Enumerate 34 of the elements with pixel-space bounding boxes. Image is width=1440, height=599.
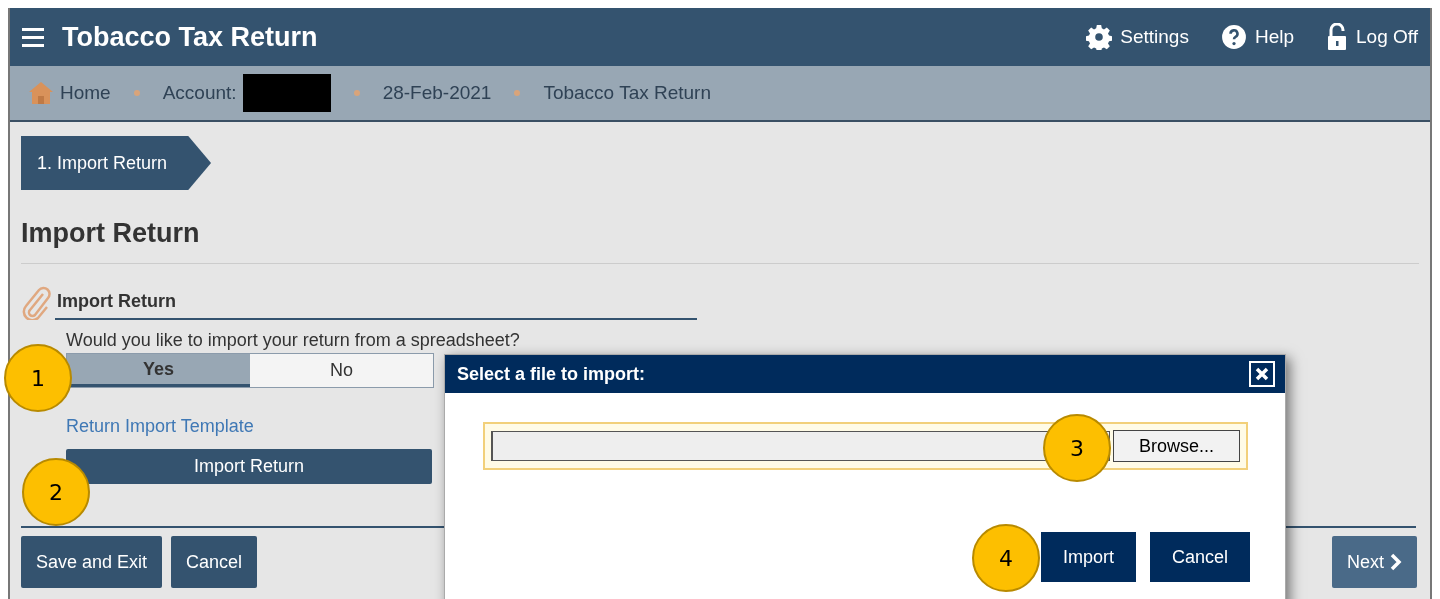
footer-button[interactable]: Save and Exit xyxy=(21,536,163,588)
next-button[interactable]: Next xyxy=(1332,536,1417,588)
browse-button[interactable]: Browse... xyxy=(1113,430,1240,462)
app-title: Tobacco Tax Return xyxy=(62,21,319,53)
dialog-title: Select a file to import: xyxy=(457,363,646,385)
breadcrumb-link[interactable]: Tobacco Tax Return xyxy=(543,82,711,104)
header-link[interactable]: Help xyxy=(1220,24,1294,50)
dialog-button[interactable]: Cancel xyxy=(1149,532,1250,582)
toggle-option[interactable]: No xyxy=(250,354,433,387)
breadcrumb-text: Account: xyxy=(162,82,237,104)
breadcrumb-link[interactable]: Home xyxy=(60,82,111,104)
toggle-option[interactable]: Yes xyxy=(67,354,250,387)
section-title: Import Return xyxy=(55,291,697,320)
chevron-right-icon xyxy=(1390,553,1402,571)
lock-icon xyxy=(1326,23,1348,51)
settings-icon xyxy=(1086,24,1113,50)
import-return-button[interactable]: Import Return xyxy=(66,449,432,484)
close-icon xyxy=(1255,367,1269,381)
dialog-button[interactable]: Import xyxy=(1040,532,1136,582)
file-path-field[interactable] xyxy=(491,431,1110,461)
paperclip-icon xyxy=(21,286,51,320)
header-link[interactable]: Log Off xyxy=(1326,23,1418,51)
help-icon xyxy=(1220,24,1247,50)
close-button[interactable] xyxy=(1249,361,1275,387)
home-icon xyxy=(28,81,54,105)
menu-icon[interactable] xyxy=(22,27,44,47)
header-link[interactable]: Settings xyxy=(1086,24,1189,50)
breadcrumb-separator-icon xyxy=(513,89,522,97)
breadcrumb-link[interactable]: 28-Feb-2021 xyxy=(382,82,492,104)
step-tab[interactable]: 1. Import Return xyxy=(21,136,212,190)
breadcrumb-separator-icon xyxy=(132,89,141,97)
page-title: Import Return xyxy=(21,218,1419,264)
breadcrumb-separator-icon xyxy=(352,89,361,97)
footer-button[interactable]: Cancel xyxy=(171,536,258,588)
